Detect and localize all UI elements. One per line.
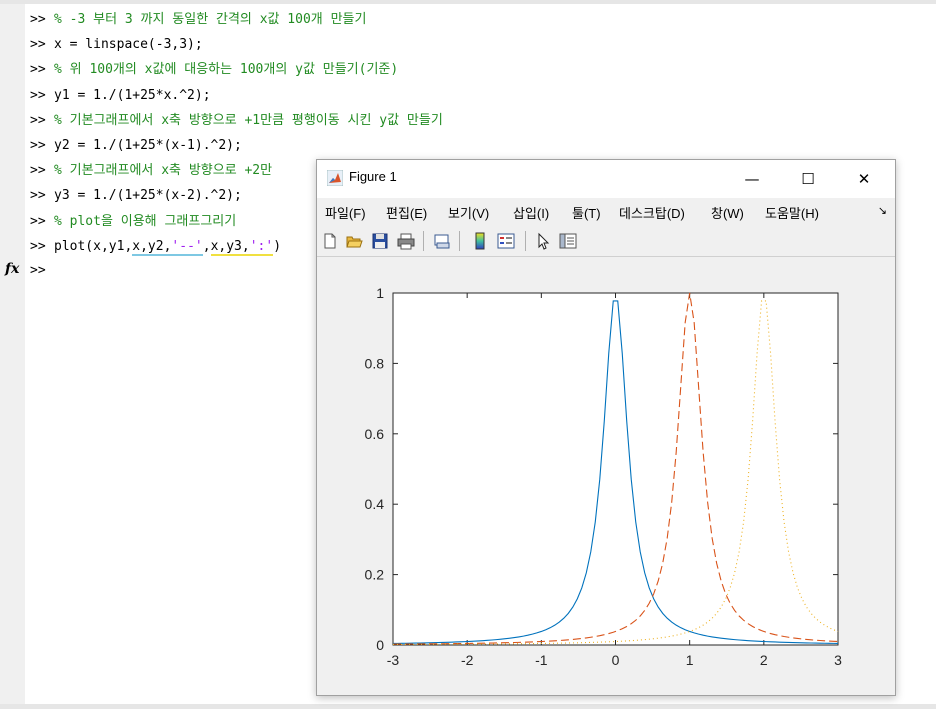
command-window-top-border — [0, 0, 936, 4]
save-icon[interactable] — [371, 232, 389, 250]
active-prompt[interactable]: >> — [30, 258, 46, 283]
figure-titlebar[interactable]: Figure 1 — ☐ ✕ — [317, 160, 895, 198]
command-line: >> y1 = 1./(1+25*x.^2); — [0, 83, 936, 108]
link-plot-icon[interactable] — [433, 232, 451, 250]
command-line: >> y2 = 1./(1+25*(x-1).^2); — [0, 133, 936, 158]
open-file-icon[interactable] — [345, 232, 363, 250]
comment-text: % 위 100개의 x값에 대응하는 100개의 y값 만들기(기준) — [54, 62, 399, 78]
code-text: y1 = 1./(1+25*x.^2); — [54, 87, 211, 103]
prompt: >> — [30, 37, 46, 53]
axes: -3 -2 -1 0 1 2 3 0 0.2 0.4 0.6 0.8 1 — [365, 285, 843, 668]
figure-menubar: 파일(F) 편집(E) 보기(V) 삽입(I) 툴(T) 데스크탑(D) 창(W… — [317, 198, 895, 224]
function-browser-icon[interactable]: fx — [5, 261, 19, 277]
command-line: >> % -3 부터 3 까지 동일한 간격의 x값 100개 만들기 — [0, 7, 936, 32]
command-line: >> x = linspace(-3,3); — [0, 32, 936, 57]
plot-area[interactable]: -3 -2 -1 0 1 2 3 0 0.2 0.4 0.6 0.8 1 — [317, 257, 895, 681]
menu-edit[interactable]: 편집(E) — [386, 203, 427, 222]
figure-title: Figure 1 — [349, 169, 397, 184]
prompt: >> — [30, 137, 46, 153]
menu-file[interactable]: 파일(F) — [325, 203, 366, 222]
edit-plot-icon[interactable] — [535, 232, 553, 250]
x-tick-label: -2 — [461, 652, 474, 668]
prompt: >> — [30, 62, 46, 78]
close-button[interactable]: ✕ — [841, 160, 887, 198]
prompt: >> — [30, 188, 46, 204]
y-tick-label: 0.8 — [365, 355, 385, 371]
code-text: x = linspace(-3,3); — [54, 37, 203, 53]
minimize-button[interactable]: — — [729, 160, 775, 198]
x-tick-label: -1 — [535, 652, 548, 668]
code-text: y3 = 1./(1+25*(x-2).^2); — [54, 188, 242, 204]
comment-text: % plot을 이용해 그래프그리기 — [54, 213, 237, 229]
plot-cmd-part: plot(x,y1, — [54, 238, 133, 254]
x-tick-label: -3 — [387, 652, 400, 668]
plot-cmd-part: x,y2, — [132, 238, 172, 256]
menu-window[interactable]: 창(W) — [711, 203, 744, 222]
prompt: >> — [30, 12, 46, 27]
comment-text: % 기본그래프에서 x축 방향으로 +1만큼 평행이동 시킨 y값 만들기 — [54, 112, 443, 128]
plot-cmd-part: , — [202, 238, 211, 254]
dock-arrow-icon[interactable]: ↘ — [878, 204, 887, 217]
plot-cmd-part: ) — [273, 238, 282, 254]
y-tick-label: 1 — [376, 285, 384, 301]
command-window-bottom-border — [0, 704, 936, 709]
comment-text: % -3 부터 3 까지 동일한 간격의 x값 100개 만들기 — [54, 12, 367, 27]
y-tick-label: 0.2 — [365, 567, 385, 583]
insert-colorbar-icon[interactable] — [471, 232, 489, 250]
x-tick-label: 1 — [686, 652, 694, 668]
y-tick-label: 0.4 — [365, 496, 385, 512]
code-text: y2 = 1./(1+25*(x-1).^2); — [54, 137, 242, 153]
print-icon[interactable] — [397, 232, 415, 250]
y-tick-label: 0.6 — [365, 426, 385, 442]
figure-window[interactable]: Figure 1 — ☐ ✕ 파일(F) 편집(E) 보기(V) 삽입(I) 툴… — [316, 159, 896, 696]
x-tick-label: 0 — [612, 652, 620, 668]
toolbar-separator — [423, 231, 424, 251]
toolbar-separator — [525, 231, 526, 251]
menu-view[interactable]: 보기(V) — [448, 203, 489, 222]
comment-text: % 기본그래프에서 x축 방향으로 +2만 — [54, 163, 273, 179]
prompt: >> — [30, 238, 46, 254]
plot-cmd-part: x,y3, — [210, 238, 250, 256]
x-tick-label: 3 — [834, 652, 842, 668]
new-figure-icon[interactable] — [321, 232, 339, 250]
menu-desktop[interactable]: 데스크탑(D) — [619, 203, 685, 222]
axes-box — [392, 292, 839, 646]
plot-cmd-string: '--' — [171, 238, 203, 256]
prompt: >> — [30, 213, 46, 229]
menu-tools[interactable]: 툴(T) — [572, 203, 601, 222]
plot-cmd-string: ':' — [249, 238, 274, 256]
menu-help[interactable]: 도움말(H) — [765, 203, 819, 222]
prompt: >> — [30, 112, 46, 128]
command-line: >> % 위 100개의 x값에 대응하는 100개의 y값 만들기(기준) — [0, 57, 936, 82]
matlab-logo-icon — [327, 170, 343, 186]
maximize-button[interactable]: ☐ — [785, 160, 831, 198]
x-tick-label: 2 — [760, 652, 768, 668]
insert-legend-icon[interactable] — [497, 232, 515, 250]
y-tick-label: 0 — [376, 637, 384, 653]
menu-insert[interactable]: 삽입(I) — [513, 203, 549, 222]
prompt: >> — [30, 163, 46, 179]
toolbar-separator — [459, 231, 460, 251]
figure-toolbar — [317, 224, 895, 257]
command-line: >> % 기본그래프에서 x축 방향으로 +1만큼 평행이동 시킨 y값 만들기 — [0, 108, 936, 133]
property-inspector-icon[interactable] — [559, 232, 577, 250]
prompt: >> — [30, 87, 46, 103]
